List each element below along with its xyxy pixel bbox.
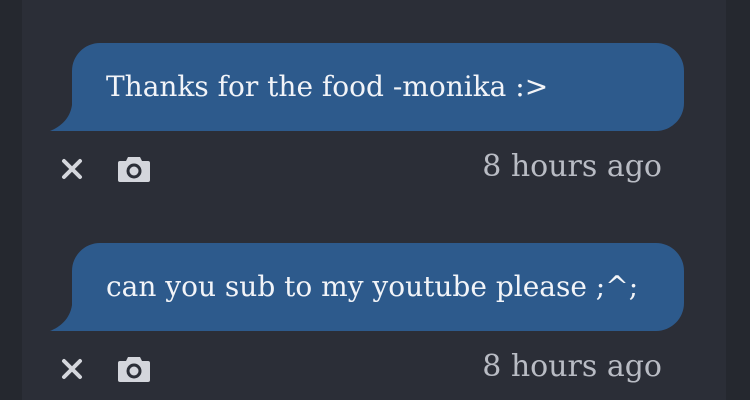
right-gutter xyxy=(726,0,750,400)
camera-button[interactable] xyxy=(116,351,152,387)
message-text: Thanks for the food -monika :> xyxy=(106,70,549,103)
camera-icon xyxy=(118,157,150,182)
message-text: can you sub to my youtube please ;^; xyxy=(106,270,639,303)
camera-button[interactable] xyxy=(116,151,152,187)
message-bubble: Thanks for the food -monika :> xyxy=(50,43,684,131)
message-meta: 8 hours ago xyxy=(50,131,684,201)
message-item: can you sub to my youtube please ;^; 8 h… xyxy=(50,243,684,400)
message-bubble: can you sub to my youtube please ;^; xyxy=(50,243,684,331)
camera-icon xyxy=(118,357,150,382)
delete-button[interactable] xyxy=(54,351,90,387)
close-icon xyxy=(62,159,82,179)
delete-button[interactable] xyxy=(54,151,90,187)
left-gutter xyxy=(0,0,22,400)
message-meta: 8 hours ago xyxy=(50,331,684,400)
message-timestamp: 8 hours ago xyxy=(482,149,662,184)
message-item: Thanks for the food -monika :> 8 hours a… xyxy=(50,43,684,201)
close-icon xyxy=(62,359,82,379)
message-timestamp: 8 hours ago xyxy=(482,349,662,384)
